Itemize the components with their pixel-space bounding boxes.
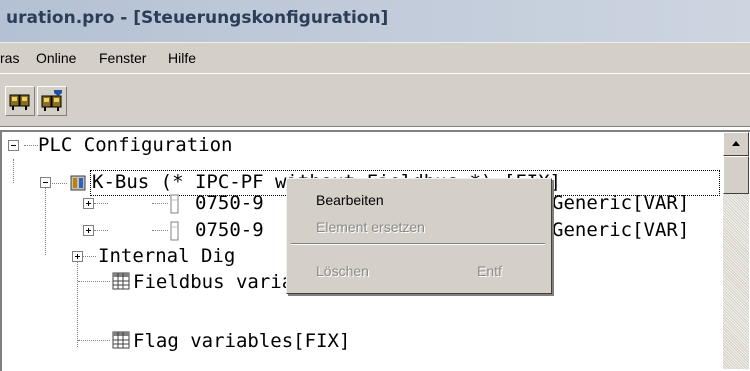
tree-node-module-2-type: Generic[VAR] <box>552 219 690 241</box>
tree-connector <box>94 230 108 231</box>
variables-table-icon <box>112 331 130 349</box>
menu-hilfe[interactable]: Hilfe <box>168 50 196 66</box>
tree-node-module-2[interactable]: 0750-9 <box>195 218 264 242</box>
tree-connector <box>77 256 78 347</box>
tree-node-internal[interactable]: Internal Dig <box>98 244 235 268</box>
tree-connector <box>50 183 67 184</box>
io-module-icon <box>170 194 179 214</box>
title-bar: uration.pro - [Steuerungskonfiguration] <box>0 0 750 42</box>
tree-connector <box>152 203 168 204</box>
expand-toggle[interactable] <box>83 225 94 236</box>
tree-node-module-1-type: Generic[VAR] <box>552 192 690 214</box>
menu-item-element-ersetzen[interactable]: Element ersetzen <box>316 219 425 235</box>
collapse-toggle[interactable] <box>8 140 19 151</box>
tree-node-flag-variables[interactable]: Flag variables[FIX] <box>133 329 350 353</box>
menu-extras[interactable]: ras <box>0 50 19 66</box>
menu-item-loeschen[interactable]: Löschen <box>316 263 369 279</box>
bus-scan-button[interactable] <box>5 86 35 116</box>
tree-connector <box>152 230 168 231</box>
tree-connector <box>13 159 14 183</box>
io-module-icon <box>170 221 179 241</box>
toolbar <box>0 73 750 127</box>
scroll-up-button[interactable] <box>723 132 749 156</box>
tree-connector <box>94 203 108 204</box>
menu-separator <box>291 243 545 245</box>
menu-fenster[interactable]: Fenster <box>99 50 146 66</box>
window-title: uration.pro - [Steuerungskonfiguration] <box>6 8 389 28</box>
arrow-up-icon <box>732 141 740 146</box>
tree-connector <box>82 256 96 257</box>
tree-connector <box>24 145 38 146</box>
menu-online[interactable]: Online <box>36 50 76 66</box>
bus-scan-icon <box>9 94 30 110</box>
tree-connector <box>78 281 110 282</box>
tree-connector <box>78 340 110 341</box>
menu-item-bearbeiten[interactable]: Bearbeiten <box>316 192 384 208</box>
expand-toggle[interactable] <box>83 198 94 209</box>
scroll-thumb[interactable] <box>723 156 749 194</box>
kbus-module-icon <box>70 175 86 191</box>
menu-item-loeschen-shortcut: Entf <box>477 263 502 279</box>
vertical-scrollbar[interactable] <box>723 132 749 369</box>
variables-table-icon <box>112 272 130 290</box>
context-menu: Bearbeiten Element ersetzen Löschen Entf <box>286 178 552 294</box>
tree-root[interactable]: PLC Configuration <box>38 133 232 157</box>
tree-node-module-1[interactable]: 0750-9 <box>195 191 264 215</box>
collapse-toggle[interactable] <box>40 177 51 188</box>
tree-connector <box>45 183 46 255</box>
bus-scan-download-button[interactable] <box>37 86 67 116</box>
menu-bar: ras Online Fenster Hilfe <box>0 42 750 73</box>
bus-scan-download-icon <box>41 90 62 111</box>
expand-toggle[interactable] <box>72 251 83 262</box>
